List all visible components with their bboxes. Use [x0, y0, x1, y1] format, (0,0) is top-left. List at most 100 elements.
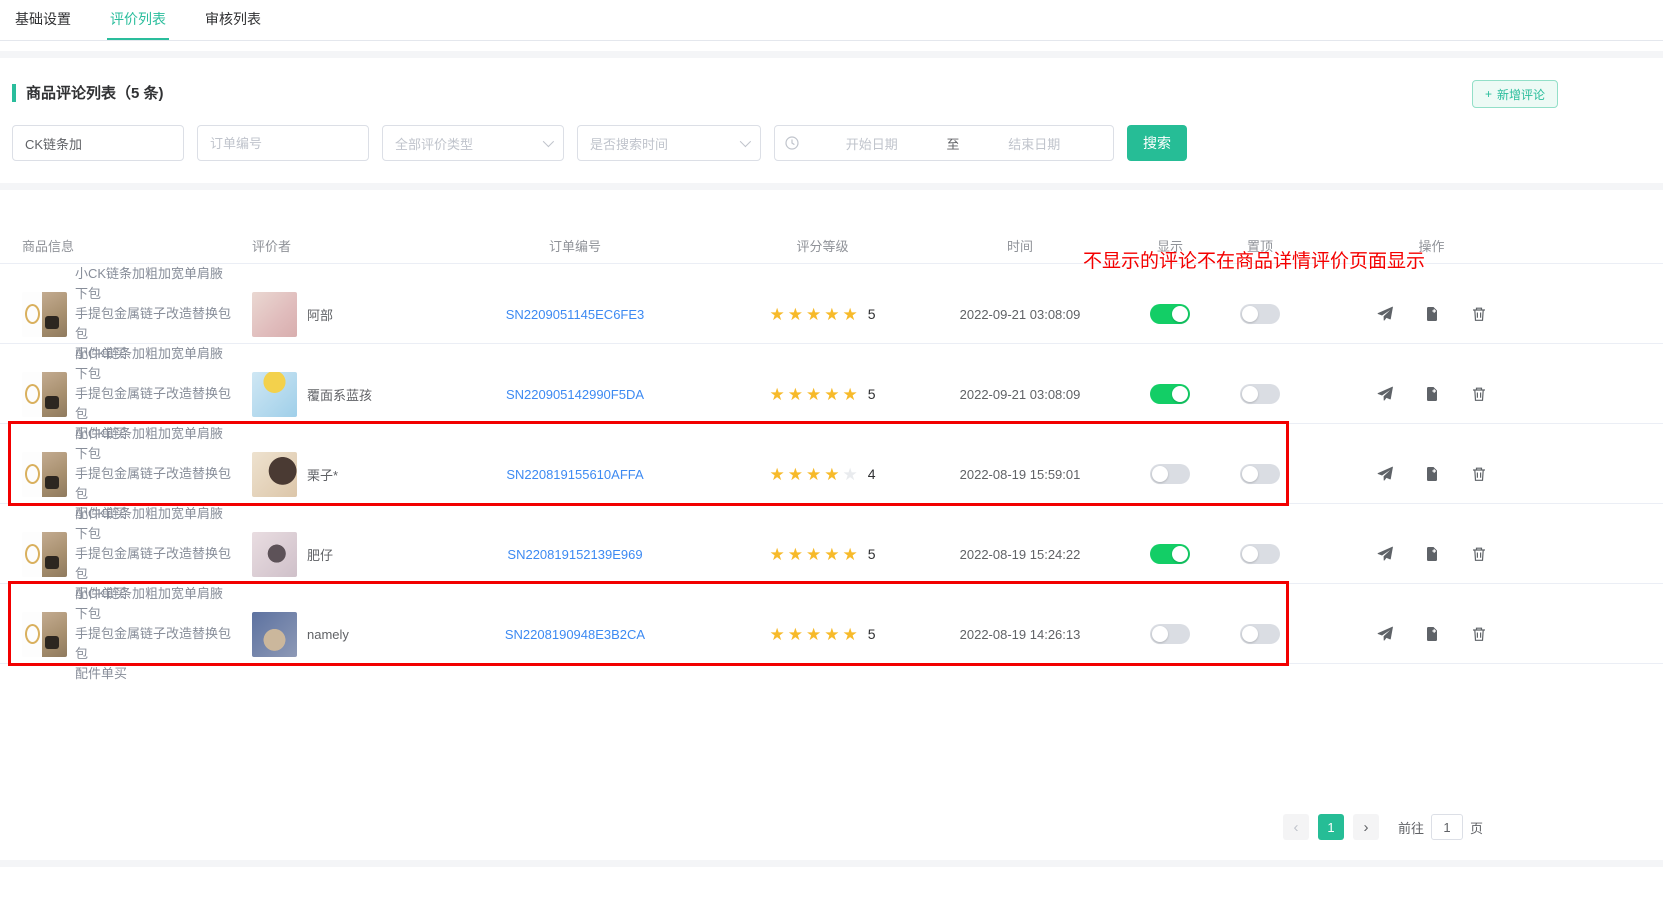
- show-toggle[interactable]: [1150, 384, 1190, 404]
- add-comment-button[interactable]: + 新增评论: [1472, 80, 1558, 108]
- date-range-picker[interactable]: 开始日期 至 结束日期: [774, 125, 1114, 161]
- review-time: 2022-08-19 14:26:13: [960, 627, 1081, 642]
- show-toggle[interactable]: [1150, 544, 1190, 564]
- review-time: 2022-09-21 03:08:09: [960, 307, 1081, 322]
- tab-audit-list[interactable]: 审核列表: [202, 0, 264, 40]
- top-toggle[interactable]: [1240, 464, 1280, 484]
- product-image: [22, 372, 67, 417]
- send-icon[interactable]: [1377, 626, 1393, 642]
- review-table-panel: 不显示的评论不在商品详情评价页面显示 商品信息 评价者 订单编号 评分等级 时间…: [0, 228, 1663, 860]
- divider: [0, 860, 1663, 867]
- col-header-rating: 评分等级: [725, 236, 920, 255]
- order-number-link[interactable]: SN2208190948E3B2CA: [505, 627, 645, 642]
- order-number-link[interactable]: SN220905142990F5DA: [506, 387, 644, 402]
- add-file-icon[interactable]: [1424, 386, 1440, 402]
- star-rating: [769, 626, 860, 643]
- product-image: [22, 292, 67, 337]
- delete-icon[interactable]: [1471, 546, 1487, 562]
- add-file-icon[interactable]: [1424, 626, 1440, 642]
- order-number-link[interactable]: SN220819152139E969: [507, 547, 642, 562]
- search-time-select[interactable]: 是否搜索时间: [577, 125, 761, 161]
- bag-thumb: [42, 372, 67, 417]
- top-toggle[interactable]: [1240, 624, 1280, 644]
- tab-basic-settings[interactable]: 基础设置: [12, 0, 74, 40]
- send-icon[interactable]: [1377, 466, 1393, 482]
- review-time: 2022-08-19 15:24:22: [960, 547, 1081, 562]
- rating-value: 5: [868, 306, 876, 322]
- delete-icon[interactable]: [1471, 466, 1487, 482]
- send-icon[interactable]: [1377, 386, 1393, 402]
- product-line: 小CK链条加粗加宽单肩腋下包: [75, 584, 235, 624]
- divider: [0, 51, 1663, 58]
- product-image: [22, 452, 67, 497]
- show-toggle[interactable]: [1150, 464, 1190, 484]
- clock-icon: [785, 136, 799, 150]
- rating-value: 5: [868, 386, 876, 402]
- table-row: 小CK链条加粗加宽单肩腋下包 手提包金属链子改造替换包包 配件单买 覆面系蓝孩 …: [0, 344, 1663, 424]
- product-line: 手提包金属链子改造替换包包: [75, 384, 235, 424]
- chevron-down-icon: [740, 136, 751, 147]
- search-button[interactable]: 搜索: [1127, 125, 1187, 161]
- reviewer-name: 肥仔: [307, 545, 333, 564]
- next-page-button[interactable]: ›: [1353, 814, 1379, 840]
- top-toggle[interactable]: [1240, 384, 1280, 404]
- chain-thumb: [22, 452, 42, 497]
- order-number-link[interactable]: SN2209051145EC6FE3: [506, 307, 645, 322]
- table-row: 小CK链条加粗加宽单肩腋下包 手提包金属链子改造替换包包 配件单买 肥仔 SN2…: [0, 504, 1663, 584]
- product-line: 配件单买: [75, 664, 235, 684]
- tab-review-list[interactable]: 评价列表: [107, 0, 169, 40]
- product-line: 手提包金属链子改造替换包包: [75, 624, 235, 664]
- plus-icon: +: [1485, 87, 1492, 101]
- send-icon[interactable]: [1377, 306, 1393, 322]
- send-icon[interactable]: [1377, 546, 1393, 562]
- reviewer-name: 覆面系蓝孩: [307, 385, 372, 404]
- avatar: [252, 612, 297, 657]
- page-unit-label: 页: [1470, 818, 1483, 837]
- review-type-placeholder: 全部评价类型: [395, 134, 473, 153]
- delete-icon[interactable]: [1471, 386, 1487, 402]
- top-toggle[interactable]: [1240, 544, 1280, 564]
- keyword-input[interactable]: [13, 126, 183, 160]
- product-line: 手提包金属链子改造替换包包: [75, 304, 235, 344]
- goto-page-input[interactable]: [1431, 814, 1463, 840]
- add-file-icon[interactable]: [1424, 546, 1440, 562]
- chain-thumb: [22, 292, 42, 337]
- product-image: [22, 612, 67, 657]
- show-toggle[interactable]: [1150, 624, 1190, 644]
- reviewer-name: namely: [307, 627, 349, 642]
- chain-thumb: [22, 532, 42, 577]
- keyword-field: [12, 125, 184, 161]
- prev-page-button[interactable]: ‹: [1283, 814, 1309, 840]
- rating-value: 5: [868, 546, 876, 562]
- product-line: 手提包金属链子改造替换包包: [75, 464, 235, 504]
- page-1-button[interactable]: 1: [1318, 814, 1344, 840]
- avatar: [252, 452, 297, 497]
- section-accent-bar: [12, 84, 16, 102]
- product-info: 小CK链条加粗加宽单肩腋下包 手提包金属链子改造替换包包 配件单买: [75, 584, 235, 684]
- table-row: 小CK链条加粗加宽单肩腋下包 手提包金属链子改造替换包包 配件单买 栗子* SN…: [0, 424, 1663, 504]
- product-image: [22, 532, 67, 577]
- add-file-icon[interactable]: [1424, 306, 1440, 322]
- start-date-placeholder[interactable]: 开始日期: [803, 134, 941, 153]
- add-file-icon[interactable]: [1424, 466, 1440, 482]
- table-row: 小CK链条加粗加宽单肩腋下包 手提包金属链子改造替换包包 配件单买 namely…: [0, 584, 1663, 664]
- top-tab-bar: 基础设置 评价列表 审核列表: [0, 0, 1663, 41]
- col-header-order: 订单编号: [425, 236, 725, 255]
- col-header-reviewer: 评价者: [235, 236, 425, 255]
- filter-panel: 商品评论列表（5 条) + 新增评论 全部评价类型 是否搜索时间 开始日期 至 …: [0, 58, 1663, 183]
- end-date-placeholder[interactable]: 结束日期: [966, 134, 1104, 153]
- delete-icon[interactable]: [1471, 626, 1487, 642]
- bag-thumb: [42, 612, 67, 657]
- order-no-input[interactable]: [198, 126, 368, 160]
- order-no-field: [197, 125, 369, 161]
- review-type-select[interactable]: 全部评价类型: [382, 125, 564, 161]
- page-title: 商品评论列表（5 条): [26, 82, 164, 103]
- star-rating: [769, 306, 860, 323]
- chain-thumb: [22, 612, 42, 657]
- order-number-link[interactable]: SN220819155610AFFA: [506, 467, 643, 482]
- rating-value: 4: [868, 466, 876, 482]
- delete-icon[interactable]: [1471, 306, 1487, 322]
- star-rating: [769, 386, 860, 403]
- top-toggle[interactable]: [1240, 304, 1280, 324]
- show-toggle[interactable]: [1150, 304, 1190, 324]
